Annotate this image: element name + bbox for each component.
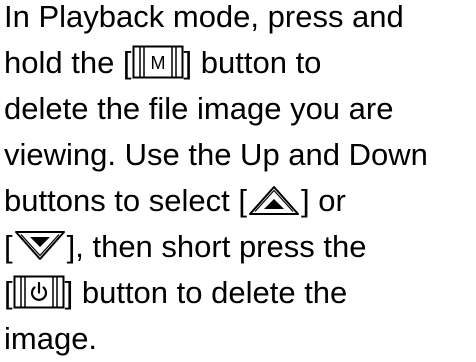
text-line-6: [ ], then short press the (4, 229, 367, 264)
up-arrow-button-icon (247, 183, 301, 217)
text-line-1: In Playback mode, press and (4, 0, 404, 34)
text-line-2: hold the [ M ] button to (4, 45, 322, 80)
text-line-3: delete the file image you are (4, 91, 394, 126)
power-button-icon (13, 275, 65, 309)
instruction-paragraph: In Playback mode, press and hold the [ M… (4, 0, 474, 362)
down-arrow-button-icon (13, 229, 67, 263)
text-line-4: viewing. Use the Up and Down (4, 137, 428, 172)
text-line-5: buttons to select [ ] or (4, 183, 346, 218)
text-line-7: [ ] button to delete the (4, 275, 348, 310)
mode-button-icon: M (132, 45, 184, 79)
text-line-8: image. (4, 321, 98, 356)
svg-text:M: M (150, 53, 165, 73)
